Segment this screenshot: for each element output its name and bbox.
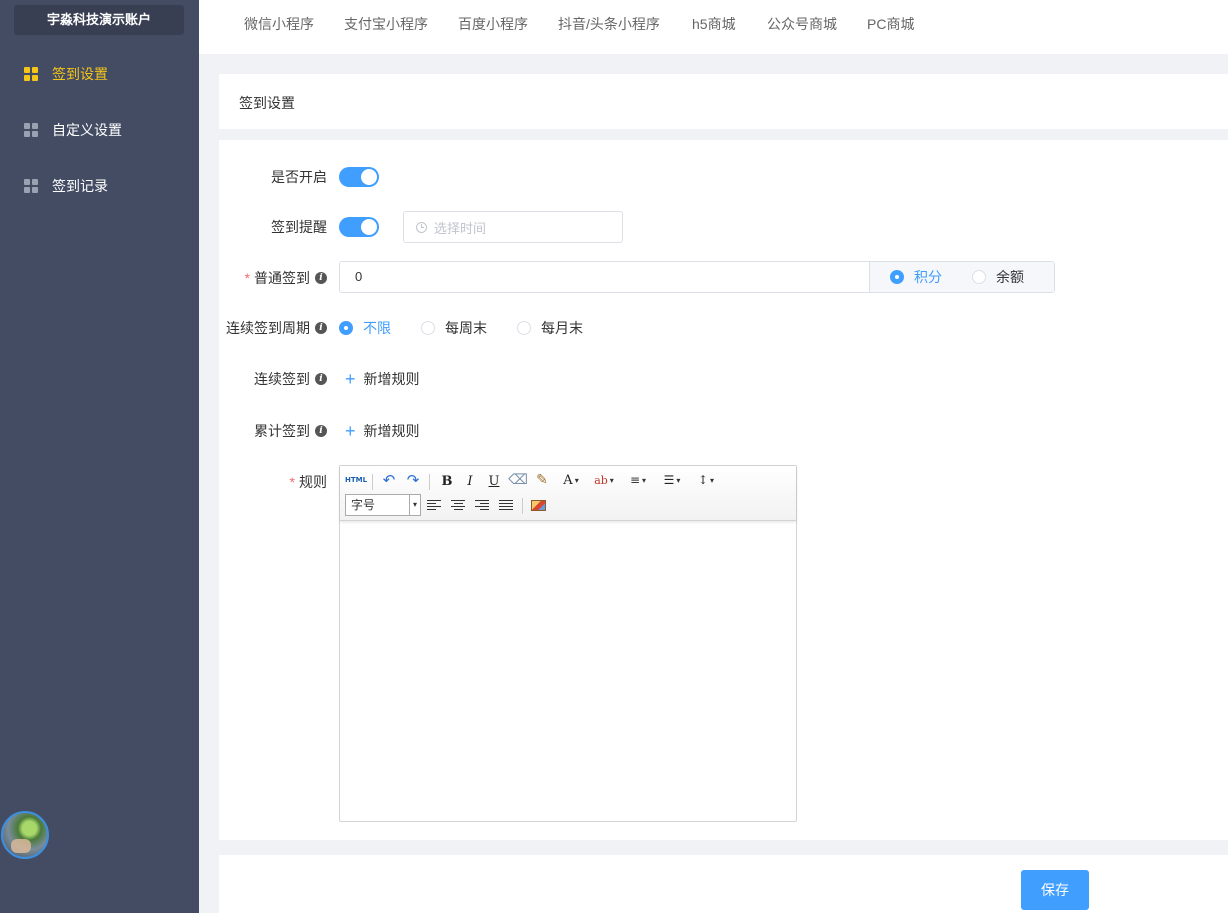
normal-sign-label: * 普通签到 i — [245, 268, 327, 288]
underline-icon[interactable]: U — [484, 471, 504, 491]
info-icon: i — [315, 322, 327, 334]
account-name: 宇淼科技演示账户 — [14, 5, 184, 35]
clock-icon — [416, 221, 427, 233]
redo-icon[interactable]: ↷ — [403, 470, 423, 490]
radio-unlimited[interactable]: 不限 — [339, 318, 391, 338]
continuous-sign-label: 连续签到 i — [254, 369, 327, 389]
line-height-icon[interactable]: ↕ — [692, 470, 720, 490]
tab-douyin[interactable]: 抖音/头条小程序 — [558, 0, 660, 48]
tab-alipay[interactable]: 支付宝小程序 — [344, 0, 428, 48]
platform-tabs: 微信小程序 支付宝小程序 百度小程序 抖音/头条小程序 h5商城 公众号商城 P… — [199, 0, 1228, 54]
cycle-label: 连续签到周期 i — [226, 318, 327, 338]
align-right-icon[interactable] — [472, 495, 492, 515]
font-color-icon[interactable]: A — [558, 470, 584, 490]
radio-month-end[interactable]: 每月末 — [517, 318, 583, 338]
radio-balance[interactable]: 余额 — [972, 267, 1024, 287]
editor-toolbar: HTML ↶ ↷ B I U ⌫ ✎ A ab ≡ ☰ ↕ 字号 — [340, 466, 796, 521]
sidebar-item-label: 自定义设置 — [52, 122, 122, 138]
eraser-icon[interactable]: ⌫ — [508, 470, 528, 490]
sidebar-item-sign-records[interactable]: 签到记录 — [0, 166, 199, 206]
page-title-panel: 签到设置 — [219, 74, 1228, 129]
tab-pc[interactable]: PC商城 — [867, 0, 914, 48]
tab-wechat[interactable]: 微信小程序 — [244, 0, 314, 48]
sidebar: 宇淼科技演示账户 签到设置 自定义设置 签到记录 — [0, 0, 199, 913]
sidebar-item-label: 签到设置 — [52, 66, 108, 82]
grid-icon — [24, 123, 38, 137]
radio-weekend[interactable]: 每周末 — [421, 318, 487, 338]
normal-sign-input-group: 0 积分 余额 — [339, 261, 1055, 293]
plus-icon: + — [345, 421, 356, 441]
normal-sign-input[interactable]: 0 — [340, 262, 870, 292]
italic-icon[interactable]: I — [460, 471, 480, 491]
bold-icon[interactable]: B — [437, 471, 457, 491]
font-size-select[interactable]: 字号 — [345, 494, 421, 516]
tab-h5[interactable]: h5商城 — [692, 0, 736, 48]
save-button[interactable]: 保存 — [1021, 870, 1089, 910]
sidebar-item-label: 签到记录 — [52, 178, 108, 194]
align-justify-icon[interactable] — [496, 495, 516, 515]
sidebar-item-custom-settings[interactable]: 自定义设置 — [0, 110, 199, 150]
editor-content-area[interactable] — [340, 521, 796, 821]
info-icon: i — [315, 373, 327, 385]
highlight-icon[interactable]: ab — [590, 470, 618, 490]
html-source-icon[interactable]: HTML — [343, 470, 369, 490]
info-icon: i — [315, 425, 327, 437]
enable-switch[interactable] — [339, 167, 379, 187]
align-left-icon[interactable] — [424, 495, 444, 515]
page-title: 签到设置 — [239, 95, 295, 111]
add-continuous-rule-button[interactable]: + 新增规则 — [345, 369, 420, 389]
sidebar-item-sign-settings[interactable]: 签到设置 — [0, 54, 199, 94]
tab-baidu[interactable]: 百度小程序 — [458, 0, 528, 48]
info-icon: i — [315, 272, 327, 284]
undo-icon[interactable]: ↶ — [379, 470, 399, 490]
remind-label: 签到提醒 — [271, 219, 327, 235]
ordered-list-icon[interactable]: ≡ — [624, 470, 652, 490]
image-icon[interactable] — [528, 495, 548, 515]
rules-label: * 规则 — [289, 474, 327, 490]
grid-icon — [24, 67, 38, 81]
reward-type-radios: 积分 余额 — [870, 262, 1054, 292]
cumulative-sign-label: 累计签到 i — [254, 421, 327, 441]
radio-points[interactable]: 积分 — [890, 267, 942, 287]
time-picker[interactable]: 选择时间 — [403, 211, 623, 243]
remind-switch[interactable] — [339, 217, 379, 237]
align-center-icon[interactable] — [448, 495, 468, 515]
grid-icon — [24, 179, 38, 193]
enable-label: 是否开启 — [271, 169, 327, 185]
tab-official-account[interactable]: 公众号商城 — [767, 0, 837, 48]
time-placeholder: 选择时间 — [434, 220, 487, 236]
rich-text-editor: HTML ↶ ↷ B I U ⌫ ✎ A ab ≡ ☰ ↕ 字号 — [339, 465, 797, 822]
unordered-list-icon[interactable]: ☰ — [658, 470, 686, 490]
plus-icon: + — [345, 369, 356, 389]
format-painter-icon[interactable]: ✎ — [532, 470, 552, 490]
add-cumulative-rule-button[interactable]: + 新增规则 — [345, 421, 420, 441]
avatar[interactable] — [1, 811, 49, 859]
cycle-radios: 不限 每周末 每月末 — [339, 318, 613, 338]
